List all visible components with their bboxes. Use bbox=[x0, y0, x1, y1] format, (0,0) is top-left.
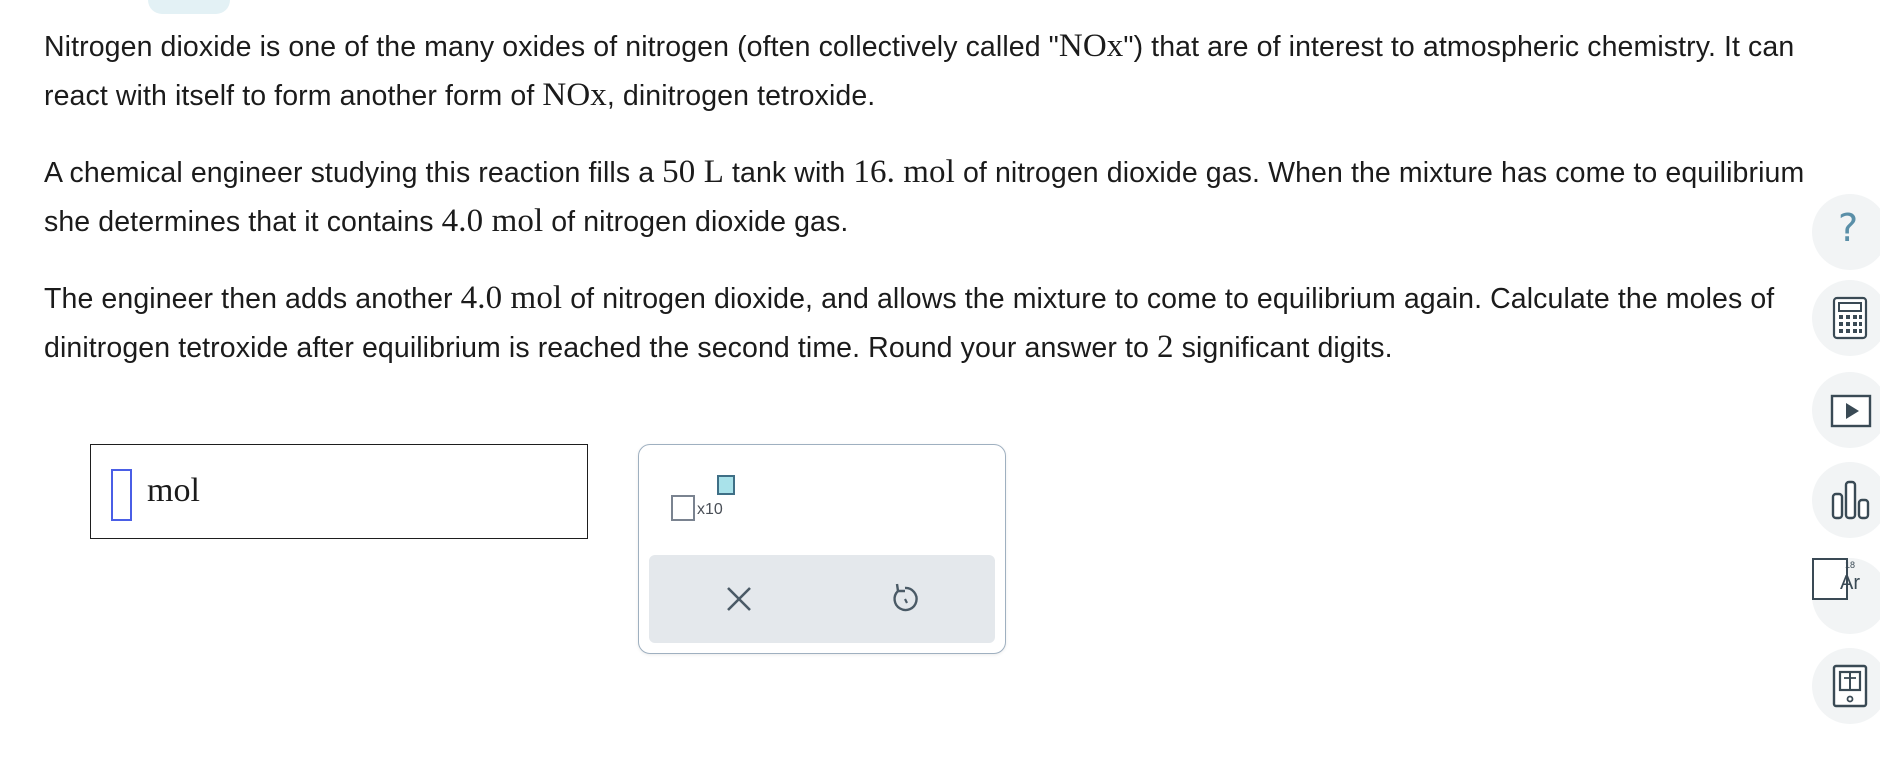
close-icon bbox=[727, 587, 751, 611]
paragraph-1: Nitrogen dioxide is one of the many oxid… bbox=[44, 28, 1795, 113]
answer-unit: mol bbox=[147, 472, 200, 509]
math-nox: NOx bbox=[542, 77, 607, 113]
periodic-table-button[interactable]: 18 Ar bbox=[1812, 558, 1880, 634]
data-button[interactable] bbox=[1812, 462, 1880, 538]
scientific-notation-button[interactable]: x10 bbox=[669, 475, 739, 525]
help-button[interactable]: ? bbox=[1812, 194, 1880, 270]
x10-label: x10 bbox=[697, 501, 723, 518]
answer-keypad: x10 bbox=[638, 444, 1006, 654]
reference-icon bbox=[1832, 664, 1868, 708]
problem-text: Nitrogen dioxide is one of the many oxid… bbox=[44, 22, 1814, 400]
math-moles: 4.0 mol bbox=[460, 280, 563, 316]
paragraph-3: The engineer then adds another 4.0 mol o… bbox=[44, 280, 1775, 365]
video-icon bbox=[1830, 394, 1872, 428]
answer-box: mol bbox=[90, 444, 588, 539]
undo-icon bbox=[893, 583, 918, 612]
math-sig-figs: 2 bbox=[1156, 329, 1174, 365]
clear-button[interactable] bbox=[719, 579, 759, 619]
paragraph-2: A chemical engineer studying this reacti… bbox=[44, 154, 1805, 239]
mantissa-box-icon bbox=[671, 495, 695, 521]
top-tab[interactable] bbox=[148, 0, 230, 14]
right-toolbar: ? 18 Ar bbox=[1812, 0, 1880, 774]
math-moles: 16. mol bbox=[853, 154, 955, 190]
calculator-button[interactable] bbox=[1812, 280, 1880, 356]
math-volume: 50 L bbox=[662, 154, 724, 190]
keypad-action-bar bbox=[649, 555, 995, 643]
undo-button[interactable] bbox=[885, 579, 925, 619]
help-icon: ? bbox=[1838, 206, 1859, 250]
reference-button[interactable] bbox=[1812, 648, 1880, 724]
math-moles: 4.0 mol bbox=[441, 203, 544, 239]
chart-icon bbox=[1831, 480, 1870, 520]
periodic-table-icon: 18 Ar bbox=[1812, 558, 1860, 600]
video-button[interactable] bbox=[1812, 372, 1880, 448]
math-nox: NOx bbox=[1058, 28, 1124, 64]
exponent-box-icon bbox=[717, 475, 735, 495]
answer-input[interactable] bbox=[111, 469, 132, 521]
calculator-icon bbox=[1832, 296, 1868, 340]
